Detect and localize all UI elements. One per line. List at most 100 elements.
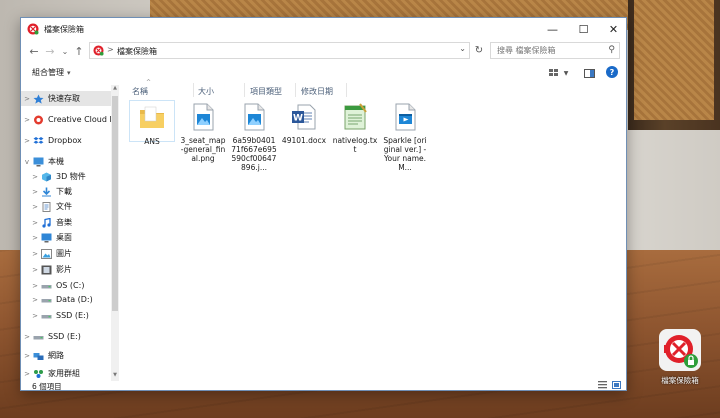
- sidebar-item-label: SSD (E:): [56, 311, 89, 320]
- chevron-right-icon[interactable]: >: [21, 352, 33, 360]
- sidebar-item-desktop[interactable]: > 桌面: [21, 230, 111, 245]
- recent-locations-button[interactable]: ⌄: [58, 43, 72, 59]
- sidebar-item-3d-objects[interactable]: >3D 物件: [21, 169, 111, 184]
- scroll-thumb[interactable]: [112, 96, 118, 311]
- drive-icon: [33, 332, 44, 342]
- large-icons-view-icon: [612, 381, 621, 389]
- homegroup-icon: [33, 369, 44, 379]
- organize-label: 組合管理: [32, 68, 64, 77]
- sidebar-item-computer[interactable]: v 本機: [21, 154, 111, 169]
- help-button[interactable]: ?: [606, 66, 618, 78]
- sidebar-item-creative-cloud[interactable]: > Creative Cloud Fi: [21, 112, 116, 127]
- computer-icon: [33, 157, 44, 167]
- title-bar[interactable]: 檔案保險箱 — ☐ ✕: [21, 18, 626, 40]
- column-header-date-modified[interactable]: 修改日期: [301, 86, 333, 97]
- command-bar: 組合管理 ▾ ▼ ?: [21, 63, 626, 82]
- file-item[interactable]: 6a59b040171f667e695590cf00647896.j...: [231, 102, 277, 172]
- preview-pane-button[interactable]: [582, 66, 596, 80]
- chevron-right-icon[interactable]: >: [29, 282, 41, 290]
- search-icon[interactable]: ⚲: [608, 45, 615, 55]
- sidebar-item-star[interactable]: > 快速存取: [21, 91, 111, 106]
- forward-button[interactable]: →: [43, 43, 57, 59]
- file-name: 3_seat_map-general_final.png: [180, 136, 226, 163]
- sidebar-item-videos[interactable]: > 影片: [21, 262, 111, 277]
- organize-menu-button[interactable]: 組合管理 ▾: [32, 67, 71, 78]
- status-bar: 6 個項目: [21, 381, 626, 391]
- chevron-right-icon[interactable]: >: [21, 116, 33, 124]
- vault-app-icon: [664, 335, 698, 368]
- column-divider[interactable]: [346, 83, 347, 97]
- chevron-right-icon[interactable]: >: [29, 312, 41, 320]
- chevron-right-icon[interactable]: >: [21, 333, 33, 341]
- window-title: 檔案保險箱: [44, 25, 84, 34]
- drive-icon: [41, 295, 52, 305]
- chevron-down-icon[interactable]: v: [21, 158, 33, 166]
- sidebar-item-downloads[interactable]: > 下載: [21, 184, 111, 199]
- file-item[interactable]: W 49101.docx: [281, 102, 327, 145]
- sidebar-item-drive[interactable]: > SSD (E:): [21, 308, 111, 323]
- sidebar-item-drive[interactable]: > Data (D:): [21, 292, 111, 307]
- chevron-right-icon[interactable]: >: [29, 296, 41, 304]
- chevron-right-icon[interactable]: >: [29, 266, 41, 274]
- column-header-name[interactable]: 名稱: [132, 86, 148, 97]
- navigation-scrollbar[interactable]: ▲ ▼: [111, 85, 119, 381]
- chevron-right-icon[interactable]: >: [21, 370, 33, 378]
- maximize-button[interactable]: ☐: [569, 18, 598, 40]
- close-button[interactable]: ✕: [599, 18, 628, 40]
- chevron-right-icon[interactable]: >: [29, 203, 41, 211]
- sidebar-item-network[interactable]: > 網路: [21, 348, 111, 363]
- scroll-up-icon[interactable]: ▲: [111, 85, 119, 94]
- sidebar-item-homegroup[interactable]: > 家用群組: [21, 366, 111, 381]
- change-view-button[interactable]: [548, 66, 560, 80]
- search-box[interactable]: ⚲: [490, 42, 620, 59]
- sidebar-item-label: 文件: [56, 202, 72, 211]
- pictures-icon: [41, 248, 52, 259]
- sidebar-item-label: Data (D:): [56, 295, 93, 304]
- chevron-right-icon[interactable]: >: [29, 173, 41, 181]
- up-button[interactable]: ↑: [72, 43, 86, 59]
- drive-icon: [41, 311, 52, 321]
- chevron-right-icon[interactable]: >: [21, 95, 33, 103]
- sidebar-item-label: 3D 物件: [56, 172, 86, 181]
- file-item[interactable]: 3_seat_map-general_final.png: [180, 102, 226, 163]
- sidebar-item-music[interactable]: > 音樂: [21, 215, 111, 230]
- sidebar-item-label: OS (C:): [56, 281, 85, 290]
- minimize-button[interactable]: —: [538, 18, 567, 40]
- column-divider[interactable]: [193, 83, 194, 97]
- image-file-icon: [188, 102, 218, 132]
- column-divider[interactable]: [295, 83, 296, 97]
- navigation-pane: > 快速存取 > Creative Cloud Fi > Dropbox v 本機 >3D 物件…: [21, 85, 119, 381]
- chevron-right-icon[interactable]: >: [29, 250, 41, 258]
- chevron-right-icon[interactable]: >: [29, 188, 41, 196]
- close-icon: ✕: [608, 22, 619, 36]
- details-view-button[interactable]: [598, 381, 607, 391]
- file-item[interactable]: nativelog.txt: [332, 102, 378, 154]
- address-dropdown-icon[interactable]: ⌄: [459, 44, 466, 53]
- column-header-type[interactable]: 項目類型: [250, 86, 282, 97]
- scroll-down-icon[interactable]: ▼: [111, 372, 119, 381]
- music-icon: [41, 217, 52, 228]
- sidebar-item-dropbox[interactable]: > Dropbox: [21, 133, 111, 148]
- back-button[interactable]: ←: [27, 43, 41, 59]
- arrow-up-icon: ↑: [74, 44, 84, 58]
- column-header-size[interactable]: 大小: [198, 86, 214, 97]
- chevron-right-icon[interactable]: >: [29, 219, 41, 227]
- sidebar-item-documents[interactable]: > 文件: [21, 199, 111, 214]
- file-item[interactable]: ANS: [129, 100, 175, 146]
- chevron-right-icon[interactable]: >: [21, 137, 33, 145]
- sidebar-item-label: 快速存取: [48, 94, 80, 103]
- vault-desktop-shortcut[interactable]: 檔案保險箱: [650, 329, 710, 386]
- address-bar[interactable]: > 檔案保險箱 ⌄: [89, 42, 470, 59]
- sidebar-item-drive[interactable]: > SSD (E:): [21, 329, 111, 344]
- refresh-button[interactable]: ↻: [472, 43, 486, 58]
- file-item[interactable]: Sparkle [original ver.] -Your name. M...: [382, 102, 428, 172]
- breadcrumb-current[interactable]: 檔案保險箱: [117, 46, 157, 57]
- navigation-row: ← → ⌄ ↑ > 檔案保險箱 ⌄ ↻ ⚲: [21, 40, 626, 62]
- sidebar-item-drive[interactable]: > OS (C:): [21, 278, 111, 293]
- view-options-dropdown[interactable]: ▼: [562, 66, 570, 80]
- large-icons-view-button[interactable]: [612, 381, 621, 391]
- column-divider[interactable]: [244, 83, 245, 97]
- search-input[interactable]: [491, 43, 601, 58]
- chevron-right-icon[interactable]: >: [29, 234, 41, 242]
- sidebar-item-pictures[interactable]: > 圖片: [21, 246, 111, 261]
